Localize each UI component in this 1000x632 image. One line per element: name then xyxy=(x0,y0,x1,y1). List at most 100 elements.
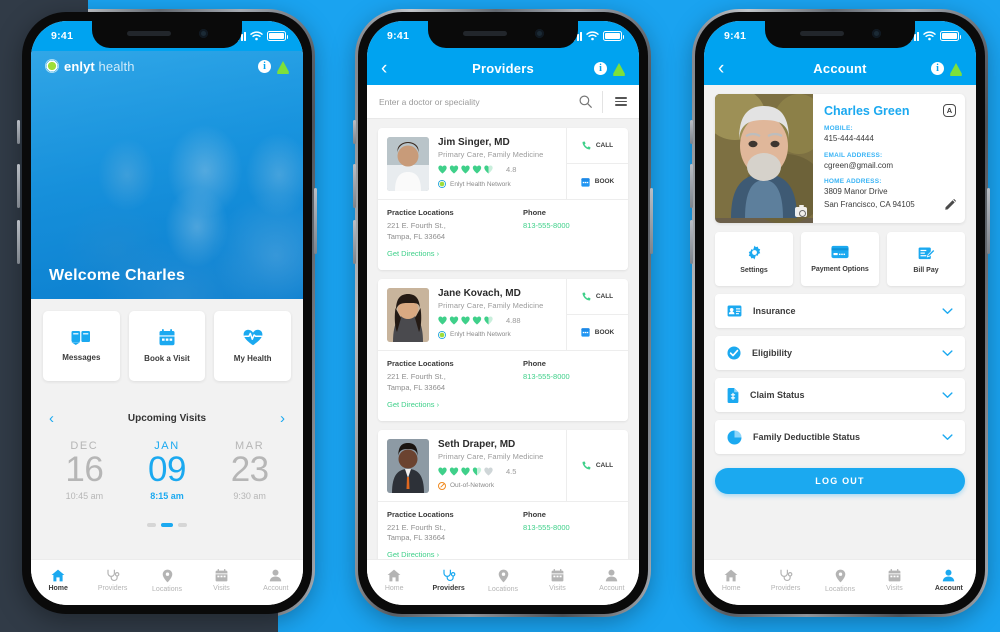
get-directions-link[interactable]: Get Directions › xyxy=(387,400,439,409)
accessibility-badge-icon[interactable]: A xyxy=(943,104,956,117)
filter-icon[interactable] xyxy=(603,97,639,106)
provider-name: Jim Singer, MD xyxy=(438,137,510,148)
tab-visits[interactable]: Visits xyxy=(530,569,584,592)
volume-down-button[interactable] xyxy=(690,220,693,264)
call-button[interactable]: CALL xyxy=(567,128,628,163)
volume-up-button[interactable] xyxy=(690,164,693,208)
provider-card[interactable]: Seth Draper, MD Primary Care, Family Med… xyxy=(378,429,628,560)
accordion-family-deductible-status[interactable]: Family Deductible Status xyxy=(715,420,965,454)
home-body: Messages Book a Visit My Health ‹ Upcomi… xyxy=(31,299,303,559)
provider-specialty: Primary Care, Family Medicine xyxy=(438,300,544,310)
phone-number[interactable]: 813-555-8000 xyxy=(523,523,619,532)
tab-home[interactable]: Home xyxy=(367,569,421,592)
address-line-1: 221 E. Fourth St., xyxy=(387,221,446,230)
profile-photo[interactable] xyxy=(715,94,813,223)
visit-time: 9:30 am xyxy=(233,490,266,501)
provider-card[interactable]: Jim Singer, MD Primary Care, Family Medi… xyxy=(378,128,628,270)
tab-providers[interactable]: Providers xyxy=(421,569,475,592)
rating-value: 4.5 xyxy=(506,466,517,476)
search-input[interactable]: Enter a doctor or speciality xyxy=(367,97,569,107)
camera-icon[interactable] xyxy=(795,205,807,217)
map-pin-icon xyxy=(835,569,845,582)
provider-details: Practice Locations 221 E. Fourth St., Ta… xyxy=(378,199,628,270)
chevron-down-icon[interactable] xyxy=(942,344,953,362)
phone-header: Phone xyxy=(523,208,546,217)
book-button[interactable]: BOOK xyxy=(567,313,628,350)
chevron-down-icon[interactable] xyxy=(942,302,953,320)
power-button[interactable] xyxy=(314,188,317,254)
chevron-down-icon[interactable] xyxy=(942,428,953,446)
tab-providers[interactable]: Providers xyxy=(85,569,139,592)
logout-button[interactable]: LOG OUT xyxy=(715,468,965,494)
info-icon[interactable]: i xyxy=(931,61,944,75)
option-settings[interactable]: Settings xyxy=(715,232,793,286)
tab-providers[interactable]: Providers xyxy=(758,569,812,592)
option-label: Payment Options xyxy=(811,266,869,273)
tile-book-a-visit[interactable]: Book a Visit xyxy=(128,311,206,381)
earpiece-speaker xyxy=(462,30,507,36)
power-button[interactable] xyxy=(650,188,653,254)
tab-account[interactable]: Account xyxy=(585,569,639,592)
next-arrow-button[interactable]: › xyxy=(280,411,285,426)
tab-home[interactable]: Home xyxy=(31,569,85,592)
info-icon[interactable]: i xyxy=(594,61,607,75)
provider-summary: Seth Draper, MD Primary Care, Family Med… xyxy=(378,430,566,501)
accordion-eligibility[interactable]: Eligibility xyxy=(715,336,965,370)
tab-account[interactable]: Account xyxy=(922,569,976,592)
pie-chart-icon xyxy=(727,430,742,444)
bell-icon[interactable] xyxy=(277,60,289,74)
phone-column: Phone 813-555-8000 xyxy=(523,359,619,412)
carousel-page-dots[interactable] xyxy=(43,522,291,527)
visit-card[interactable]: DEC 16 10:45 am xyxy=(43,440,126,501)
visit-card[interactable]: JAN 09 8:15 am xyxy=(126,440,209,501)
info-icon[interactable]: i xyxy=(258,59,271,73)
tab-locations[interactable]: Locations xyxy=(813,569,867,593)
notch xyxy=(92,21,242,48)
volume-down-button[interactable] xyxy=(353,220,356,264)
tab-locations[interactable]: Locations xyxy=(140,569,194,593)
page-dot-active[interactable] xyxy=(161,522,173,527)
phone-column: Phone 813-555-8000 xyxy=(523,510,619,560)
id-card-icon xyxy=(727,305,742,317)
option-payment[interactable]: Payment Options xyxy=(801,232,879,286)
silent-switch[interactable] xyxy=(690,120,693,144)
tile-my-health[interactable]: My Health xyxy=(214,311,292,381)
tab-visits[interactable]: Visits xyxy=(194,569,248,592)
accordion-claim-status[interactable]: Claim Status xyxy=(715,378,965,412)
status-time: 9:41 xyxy=(51,30,74,42)
get-directions-link[interactable]: Get Directions › xyxy=(387,249,439,258)
volume-up-button[interactable] xyxy=(353,164,356,208)
provider-info: Seth Draper, MD Primary Care, Family Med… xyxy=(438,439,558,493)
page-dot[interactable] xyxy=(147,522,156,527)
tab-visits[interactable]: Visits xyxy=(867,569,921,592)
power-button[interactable] xyxy=(987,188,990,254)
tab-home[interactable]: Home xyxy=(704,569,758,592)
provider-card[interactable]: Jane Kovach, MD Primary Care, Family Med… xyxy=(378,278,628,421)
pencil-icon[interactable] xyxy=(945,198,957,213)
tab-account[interactable]: Account xyxy=(249,569,303,592)
phone-number[interactable]: 813-555-8000 xyxy=(523,221,619,230)
brand-name: enlyt health xyxy=(64,59,135,74)
tile-messages[interactable]: Messages xyxy=(43,311,120,381)
silent-switch[interactable] xyxy=(17,120,20,144)
search-icon[interactable] xyxy=(569,95,602,108)
bell-icon[interactable] xyxy=(613,62,625,76)
calendar-icon xyxy=(581,177,590,187)
page-dot[interactable] xyxy=(178,522,187,527)
visits-carousel: DEC 16 10:45 am JAN 09 8:15 am MAR 23 9:… xyxy=(43,440,291,501)
prev-arrow-button[interactable]: ‹ xyxy=(49,411,54,426)
get-directions-link[interactable]: Get Directions › xyxy=(387,550,439,559)
silent-switch[interactable] xyxy=(353,120,356,144)
accordion-insurance[interactable]: Insurance xyxy=(715,294,965,328)
volume-down-button[interactable] xyxy=(17,220,20,264)
visit-card[interactable]: MAR 23 9:30 am xyxy=(208,440,291,501)
call-button[interactable]: CALL xyxy=(567,430,628,501)
volume-up-button[interactable] xyxy=(17,164,20,208)
book-button[interactable]: BOOK xyxy=(567,163,628,199)
tab-locations[interactable]: Locations xyxy=(476,569,530,593)
phone-number[interactable]: 813-555-8000 xyxy=(523,372,619,381)
call-button[interactable]: CALL xyxy=(567,279,628,314)
option-bill-pay[interactable]: Bill Pay xyxy=(887,232,965,286)
bell-icon[interactable] xyxy=(950,62,962,76)
chevron-down-icon[interactable] xyxy=(942,386,953,404)
